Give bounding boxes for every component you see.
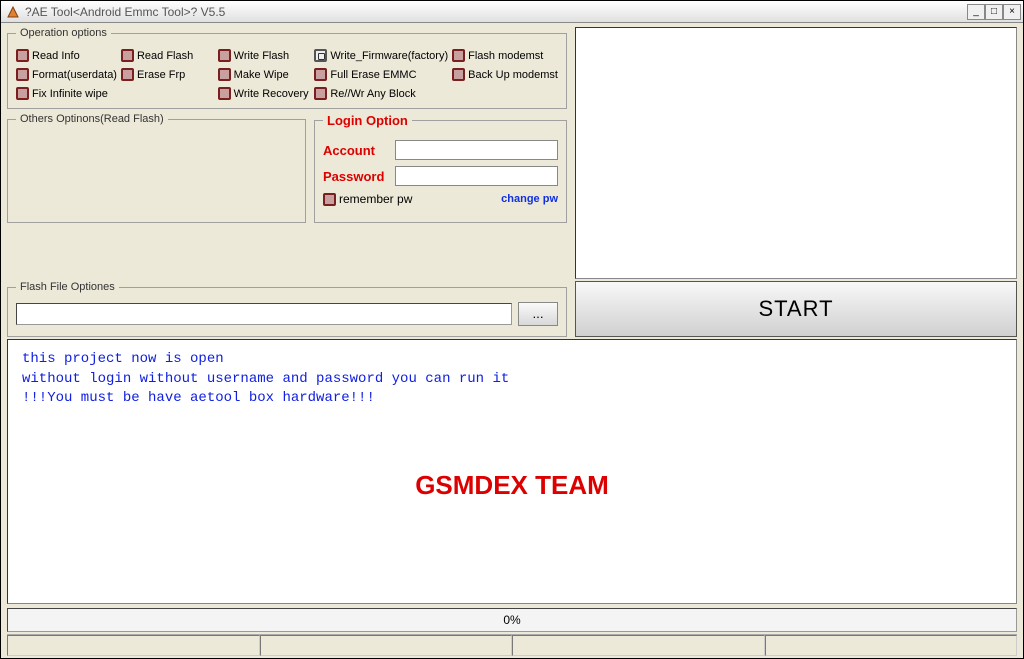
op-format-userdata-[interactable]: Format(userdata) bbox=[16, 68, 117, 81]
checkbox-icon bbox=[218, 87, 231, 100]
op-erase-frp[interactable]: Erase Frp bbox=[121, 68, 214, 81]
start-button[interactable]: START bbox=[575, 281, 1017, 337]
content: Operation options Read Info Read Flash Wri… bbox=[1, 23, 1023, 658]
checkbox-icon bbox=[314, 49, 327, 62]
log-area: this project now is open without login w… bbox=[7, 339, 1017, 604]
window-controls: _ □ × bbox=[967, 4, 1021, 20]
flash-legend: Flash File Optiones bbox=[16, 281, 119, 293]
op-label: Erase Frp bbox=[137, 69, 185, 81]
change-pw-link[interactable]: change pw bbox=[501, 193, 558, 205]
op-label: Write Recovery bbox=[234, 88, 309, 100]
checkbox-icon bbox=[16, 68, 29, 81]
status-cell bbox=[765, 635, 1018, 656]
progress-text: 0% bbox=[503, 613, 520, 627]
right-panel bbox=[575, 27, 1017, 279]
others-group: Others Optinons(Read Flash) bbox=[7, 113, 306, 223]
password-input[interactable] bbox=[395, 166, 558, 186]
operations-legend: Operation options bbox=[16, 27, 111, 39]
op-write-recovery[interactable]: Write Recovery bbox=[218, 87, 311, 100]
status-cell bbox=[260, 635, 513, 656]
op-label: Fix Infinite wipe bbox=[32, 88, 108, 100]
op-back-up-modemst[interactable]: Back Up modemst bbox=[452, 68, 558, 81]
op-re-wr-any-block[interactable]: Re//Wr Any Block bbox=[314, 87, 448, 100]
flash-path-input[interactable] bbox=[16, 303, 512, 325]
progress-bar: 0% bbox=[7, 608, 1017, 632]
account-input[interactable] bbox=[395, 140, 558, 160]
op-label: Write Flash bbox=[234, 50, 289, 62]
op-label: Full Erase EMMC bbox=[330, 69, 416, 81]
op-label: Flash modemst bbox=[468, 50, 543, 62]
op-make-wipe[interactable]: Make Wipe bbox=[218, 68, 311, 81]
account-label: Account bbox=[323, 143, 395, 158]
close-button[interactable]: × bbox=[1003, 4, 1021, 20]
window-title: ?AE Tool<Android Emmc Tool>? V5.5 bbox=[25, 5, 967, 19]
op-label: Write_Firmware(factory) bbox=[330, 50, 448, 62]
op-label: Re//Wr Any Block bbox=[330, 88, 415, 100]
browse-button[interactable]: ... bbox=[518, 302, 558, 326]
op-read-flash[interactable]: Read Flash bbox=[121, 49, 214, 62]
op-write-firmware-factory-[interactable]: Write_Firmware(factory) bbox=[314, 49, 448, 62]
op-full-erase-emmc[interactable]: Full Erase EMMC bbox=[314, 68, 448, 81]
flash-row: Flash File Optiones ... START bbox=[7, 281, 1017, 337]
log-line: without login without username and passw… bbox=[22, 370, 1002, 390]
op-label: Format(userdata) bbox=[32, 69, 117, 81]
op-label: Back Up modemst bbox=[468, 69, 558, 81]
status-cell bbox=[512, 635, 765, 656]
log-line: this project now is open bbox=[22, 350, 1002, 370]
op-flash-modemst[interactable]: Flash modemst bbox=[452, 49, 558, 62]
op-label: Read Info bbox=[32, 50, 80, 62]
statusbar bbox=[7, 634, 1017, 656]
checkbox-icon bbox=[16, 49, 29, 62]
remember-checkbox[interactable]: remember pw bbox=[323, 192, 412, 206]
left-column: Operation options Read Info Read Flash Wri… bbox=[7, 27, 567, 279]
op-fix-infinite-wipe[interactable]: Fix Infinite wipe bbox=[16, 87, 117, 100]
maximize-button[interactable]: □ bbox=[985, 4, 1003, 20]
minimize-button[interactable]: _ bbox=[967, 4, 985, 20]
mid-row: Others Optinons(Read Flash) Login Option… bbox=[7, 113, 567, 223]
login-legend: Login Option bbox=[323, 113, 412, 128]
checkbox-icon bbox=[218, 68, 231, 81]
op-write-flash[interactable]: Write Flash bbox=[218, 49, 311, 62]
checkbox-icon bbox=[121, 49, 134, 62]
top-row: Operation options Read Info Read Flash Wri… bbox=[7, 27, 1017, 279]
operations-group: Operation options Read Info Read Flash Wri… bbox=[7, 27, 567, 109]
checkbox-icon bbox=[121, 68, 134, 81]
titlebar: ?AE Tool<Android Emmc Tool>? V5.5 _ □ × bbox=[1, 1, 1023, 23]
checkbox-icon bbox=[314, 68, 327, 81]
login-group: Login Option Account Password bbox=[314, 113, 567, 223]
op-label: Make Wipe bbox=[234, 69, 289, 81]
checkbox-icon bbox=[16, 87, 29, 100]
others-legend: Others Optinons(Read Flash) bbox=[16, 113, 168, 125]
checkbox-icon bbox=[218, 49, 231, 62]
op-label: Read Flash bbox=[137, 50, 193, 62]
status-cell bbox=[7, 635, 260, 656]
app-window: ?AE Tool<Android Emmc Tool>? V5.5 _ □ × … bbox=[0, 0, 1024, 659]
checkbox-icon bbox=[314, 87, 327, 100]
op-read-info[interactable]: Read Info bbox=[16, 49, 117, 62]
checkbox-icon bbox=[452, 49, 465, 62]
watermark-text: GSMDEX TEAM bbox=[415, 466, 609, 502]
checkbox-icon bbox=[452, 68, 465, 81]
flash-group: Flash File Optiones ... bbox=[7, 281, 567, 337]
password-label: Password bbox=[323, 169, 395, 184]
log-line: !!!You must be have aetool box hardware!… bbox=[22, 389, 1002, 409]
app-icon bbox=[5, 4, 21, 20]
